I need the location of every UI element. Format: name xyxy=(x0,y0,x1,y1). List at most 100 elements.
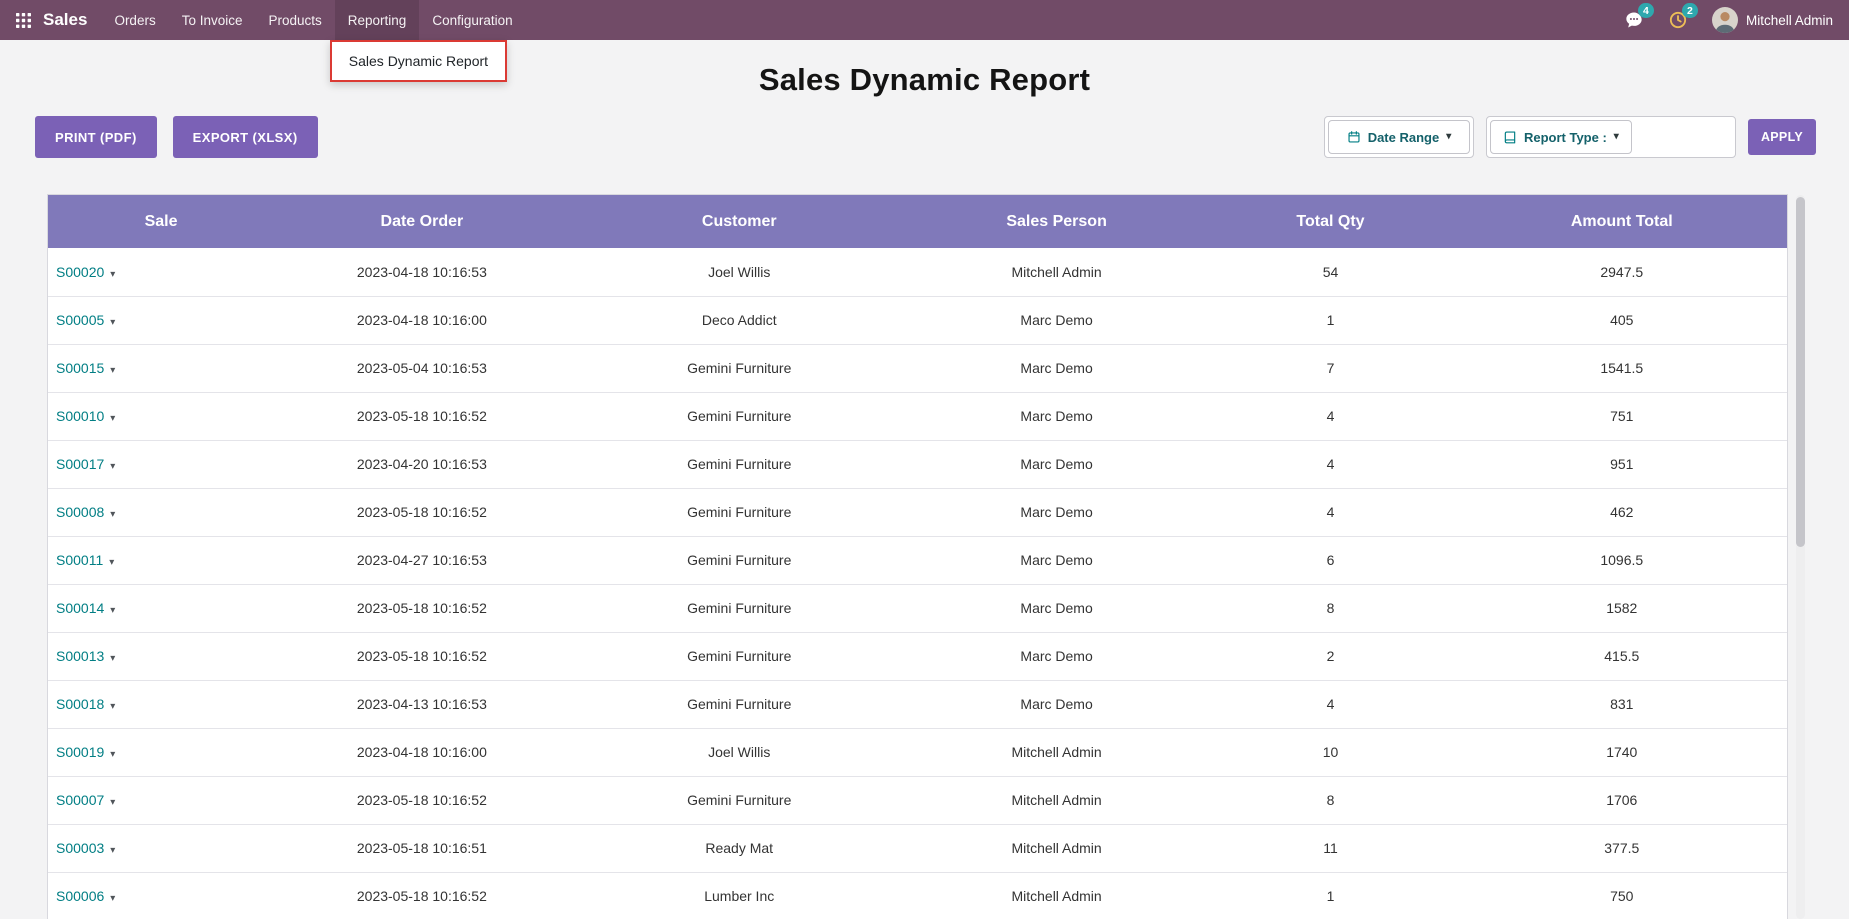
sale-order-link[interactable]: S00018 xyxy=(56,696,104,712)
report-table: Sale Date Order Customer Sales Person To… xyxy=(47,194,1788,919)
amount-total-cell: 1582 xyxy=(1457,584,1787,632)
filters: Date Range ▾ Report Type : ▾ xyxy=(1324,116,1816,158)
sales-person-cell: Marc Demo xyxy=(909,440,1205,488)
user-name: Mitchell Admin xyxy=(1746,13,1833,28)
menu-products[interactable]: Products xyxy=(256,0,335,40)
chevron-down-icon: ▾ xyxy=(1614,132,1619,142)
chevron-down-icon[interactable]: ▾ xyxy=(110,893,115,904)
toolbar: PRINT (PDF) EXPORT (XLSX) Date Range ▾ xyxy=(35,116,1816,158)
sales-person-cell: Marc Demo xyxy=(909,344,1205,392)
sale-order-link[interactable]: S00017 xyxy=(56,456,104,472)
chevron-down-icon[interactable]: ▾ xyxy=(110,317,115,328)
calendar-icon xyxy=(1347,130,1361,144)
sale-order-link[interactable]: S00015 xyxy=(56,360,104,376)
sale-cell: S00013 ▾ xyxy=(48,632,274,680)
report-table-body: S00020▾2023-04-18 10:16:53Joel WillisMit… xyxy=(48,248,1787,919)
table-row: S00007▾2023-05-18 10:16:52Gemini Furnitu… xyxy=(48,776,1787,824)
report-type-group: Report Type : ▾ xyxy=(1486,116,1736,158)
vertical-scrollbar[interactable] xyxy=(1796,195,1805,919)
date-order-cell: 2023-05-18 10:16:52 xyxy=(274,488,570,536)
table-row: S00008▾2023-05-18 10:16:52Gemini Furnitu… xyxy=(48,488,1787,536)
table-row: S00020▾2023-04-18 10:16:53Joel WillisMit… xyxy=(48,248,1787,296)
date-range-button[interactable]: Date Range ▾ xyxy=(1328,120,1470,154)
activities-button[interactable]: 2 xyxy=(1668,10,1688,30)
chevron-down-icon: ▾ xyxy=(1446,132,1451,142)
sale-order-link[interactable]: S00019 xyxy=(56,744,104,760)
sale-cell: S00020 ▾ xyxy=(48,248,274,296)
chevron-down-icon[interactable]: ▾ xyxy=(110,605,115,616)
sale-order-link[interactable]: S00003 xyxy=(56,840,104,856)
sale-order-link[interactable]: S00008 xyxy=(56,504,104,520)
customer-cell: Joel Willis xyxy=(570,248,909,296)
menu-reporting[interactable]: Reporting Sales Dynamic Report xyxy=(335,0,420,40)
total-qty-cell: 6 xyxy=(1204,536,1456,584)
column-header-sales-person: Sales Person xyxy=(909,195,1205,248)
chevron-down-icon[interactable]: ▾ xyxy=(110,413,115,424)
menu-configuration[interactable]: Configuration xyxy=(419,0,525,40)
systray: 4 2 Mitchel xyxy=(1624,7,1833,33)
amount-total-cell: 1740 xyxy=(1457,728,1787,776)
amount-total-cell: 415.5 xyxy=(1457,632,1787,680)
user-menu[interactable]: Mitchell Admin xyxy=(1712,7,1833,33)
date-order-cell: 2023-05-18 10:16:52 xyxy=(274,776,570,824)
column-header-customer: Customer xyxy=(570,195,909,248)
sales-person-cell: Marc Demo xyxy=(909,632,1205,680)
customer-cell: Ready Mat xyxy=(570,824,909,872)
menu-to-invoice-label: To Invoice xyxy=(182,13,243,28)
chevron-down-icon[interactable]: ▾ xyxy=(110,749,115,760)
amount-total-cell: 2947.5 xyxy=(1457,248,1787,296)
app-title[interactable]: Sales xyxy=(43,10,87,30)
sale-order-link[interactable]: S00005 xyxy=(56,312,104,328)
scrollbar-thumb[interactable] xyxy=(1796,197,1805,547)
amount-total-cell: 377.5 xyxy=(1457,824,1787,872)
sales-person-cell: Marc Demo xyxy=(909,680,1205,728)
date-range-group: Date Range ▾ xyxy=(1324,116,1474,158)
amount-total-cell: 750 xyxy=(1457,872,1787,919)
total-qty-cell: 8 xyxy=(1204,584,1456,632)
table-row: S00005▾2023-04-18 10:16:00Deco AddictMar… xyxy=(48,296,1787,344)
apply-button[interactable]: APPLY xyxy=(1748,119,1816,155)
sale-order-link[interactable]: S00013 xyxy=(56,648,104,664)
chevron-down-icon[interactable]: ▾ xyxy=(109,557,114,568)
table-row: S00013▾2023-05-18 10:16:52Gemini Furnitu… xyxy=(48,632,1787,680)
customer-cell: Lumber Inc xyxy=(570,872,909,919)
column-header-amount-total: Amount Total xyxy=(1457,195,1787,248)
sale-cell: S00007 ▾ xyxy=(48,776,274,824)
sale-cell: S00003 ▾ xyxy=(48,824,274,872)
sale-cell: S00019 ▾ xyxy=(48,728,274,776)
chevron-down-icon[interactable]: ▾ xyxy=(110,509,115,520)
sale-cell: S00010 ▾ xyxy=(48,392,274,440)
chevron-down-icon[interactable]: ▾ xyxy=(110,653,115,664)
sale-order-link[interactable]: S00006 xyxy=(56,888,104,904)
menu-reporting-label: Reporting xyxy=(348,13,407,28)
customer-cell: Deco Addict xyxy=(570,296,909,344)
sale-order-link[interactable]: S00007 xyxy=(56,792,104,808)
book-icon xyxy=(1503,130,1517,144)
chevron-down-icon[interactable]: ▾ xyxy=(110,269,115,280)
sale-order-link[interactable]: S00020 xyxy=(56,264,104,280)
chevron-down-icon[interactable]: ▾ xyxy=(110,461,115,472)
apps-menu-button[interactable] xyxy=(10,7,37,34)
sale-order-link[interactable]: S00011 xyxy=(56,552,103,568)
print-pdf-button[interactable]: PRINT (PDF) xyxy=(35,116,157,158)
chevron-down-icon[interactable]: ▾ xyxy=(110,365,115,376)
chevron-down-icon[interactable]: ▾ xyxy=(110,797,115,808)
report-type-button[interactable]: Report Type : ▾ xyxy=(1490,120,1632,154)
table-row: S00014▾2023-05-18 10:16:52Gemini Furnitu… xyxy=(48,584,1787,632)
chevron-down-icon[interactable]: ▾ xyxy=(110,701,115,712)
table-row: S00018▾2023-04-13 10:16:53Gemini Furnitu… xyxy=(48,680,1787,728)
export-xlsx-button[interactable]: EXPORT (XLSX) xyxy=(173,116,318,158)
total-qty-cell: 8 xyxy=(1204,776,1456,824)
menu-to-invoice[interactable]: To Invoice xyxy=(169,0,256,40)
messages-button[interactable]: 4 xyxy=(1624,10,1644,30)
customer-cell: Gemini Furniture xyxy=(570,680,909,728)
date-order-cell: 2023-05-18 10:16:52 xyxy=(274,872,570,919)
chevron-down-icon[interactable]: ▾ xyxy=(110,845,115,856)
total-qty-cell: 7 xyxy=(1204,344,1456,392)
menu-orders[interactable]: Orders xyxy=(101,0,168,40)
total-qty-cell: 4 xyxy=(1204,392,1456,440)
column-header-sale: Sale xyxy=(48,195,274,248)
sale-order-link[interactable]: S00010 xyxy=(56,408,104,424)
sale-order-link[interactable]: S00014 xyxy=(56,600,104,616)
dropdown-item-sales-dynamic-report[interactable]: Sales Dynamic Report xyxy=(332,42,505,80)
